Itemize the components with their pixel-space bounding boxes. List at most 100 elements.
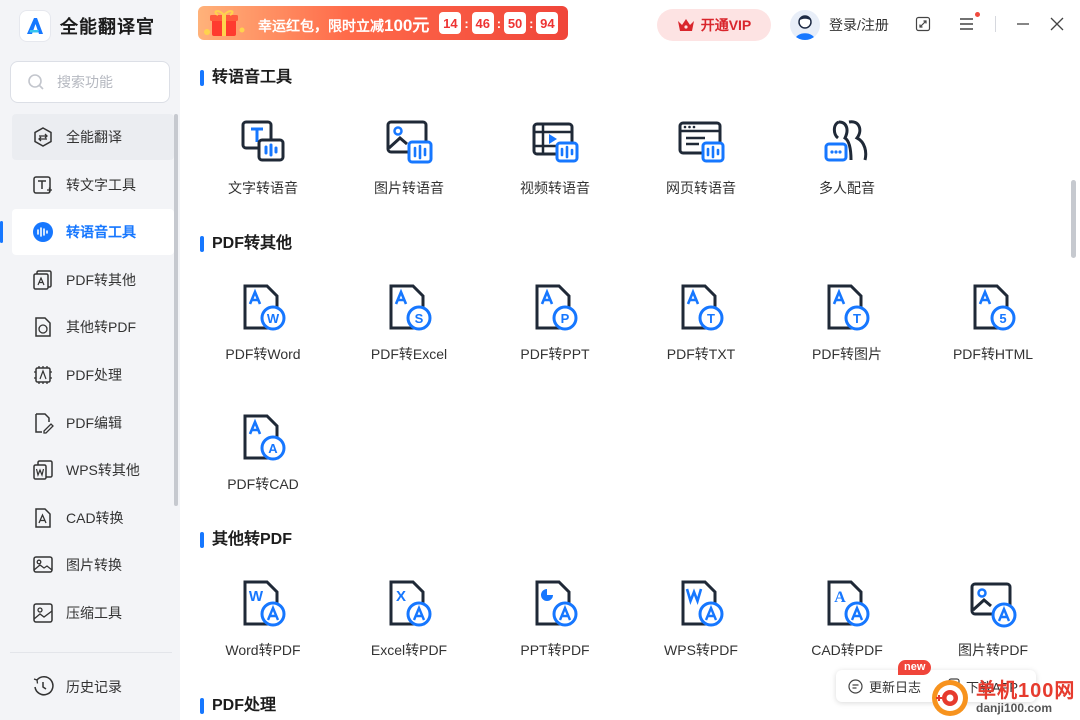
sidebar-item-pdf-process[interactable]: PDF处理 xyxy=(12,352,174,398)
section-title-speech: 转语音工具 xyxy=(200,68,292,88)
watermark-name: 单机100网 xyxy=(976,680,1076,703)
tool-multi-voice[interactable]: 多人配音 xyxy=(787,116,907,216)
tool-pdf-to-word[interactable]: W PDF转Word xyxy=(203,282,323,382)
tool-pdf-to-cad[interactable]: A PDF转CAD xyxy=(203,412,323,512)
sidebar-item-image[interactable]: 图片转换 xyxy=(12,542,174,588)
close-icon[interactable] xyxy=(1047,14,1067,34)
tool-word-to-pdf[interactable]: W Word转PDF xyxy=(203,578,323,678)
sidebar-nav: 全能翻译 转文字工具 转语音工具 PDF转其他 其他转PDF PDF处理 PDF… xyxy=(0,114,174,638)
sidebar-item-label: 压缩工具 xyxy=(66,604,122,621)
tool-excel-to-pdf[interactable]: X Excel转PDF xyxy=(349,578,469,678)
sidebar-item-compress[interactable]: 压缩工具 xyxy=(12,590,174,636)
pdf-to-excel-icon: S xyxy=(389,284,432,331)
main-scrollbar[interactable] xyxy=(1071,180,1076,258)
login-register[interactable]: 登录/注册 xyxy=(790,9,889,41)
search-box[interactable] xyxy=(10,61,170,103)
to-pdf-icon xyxy=(32,316,54,338)
tool-text-to-speech[interactable]: 文字转语音 xyxy=(203,116,323,216)
changelog-button[interactable]: 更新日志 new xyxy=(836,659,936,696)
pdf-to-cad-icon: A xyxy=(243,414,286,461)
tool-webpage-to-speech[interactable]: 网页转语音 xyxy=(641,116,761,216)
sidebar-scrollbar[interactable] xyxy=(174,114,178,506)
word-to-pdf-icon: W xyxy=(243,580,286,627)
video-to-speech-icon xyxy=(532,122,579,163)
pdf-edit-icon xyxy=(32,412,54,434)
vip-button[interactable]: 开通VIP xyxy=(657,9,771,41)
crown-icon xyxy=(677,19,694,31)
tool-ppt-to-pdf[interactable]: PPT转PDF xyxy=(495,578,615,678)
main-content: 转语音工具 文字转语音 图片转语音 视频转语音 网页转语音 多人配音 PDF转其… xyxy=(180,50,1070,720)
tool-label: WPS转PDF xyxy=(664,642,738,658)
tool-label: PDF转Word xyxy=(225,346,301,362)
tool-label: 网页转语音 xyxy=(666,180,736,196)
notification-dot xyxy=(975,12,980,17)
svg-text:P: P xyxy=(561,311,570,326)
avatar xyxy=(790,10,820,40)
svg-text:W: W xyxy=(249,588,264,605)
tool-cad-to-pdf[interactable]: A CAD转PDF xyxy=(787,578,907,678)
tool-wps-to-pdf[interactable]: WPS转PDF xyxy=(641,578,761,678)
sidebar-item-to-speech[interactable]: 转语音工具 xyxy=(0,209,174,256)
promo-text: 幸运红包，限时立减100元 xyxy=(258,11,429,36)
watermark-text: 单机100网 danji100.com xyxy=(976,681,1075,715)
tool-pdf-to-ppt[interactable]: P PDF转PPT xyxy=(495,282,615,382)
tool-label: PDF转HTML xyxy=(952,346,1034,362)
tool-label: Excel转PDF xyxy=(370,642,448,658)
tool-pdf-to-excel[interactable]: S PDF转Excel xyxy=(349,282,469,382)
svg-text:A: A xyxy=(834,589,846,606)
tool-pdf-to-txt[interactable]: T PDF转TXT xyxy=(641,282,761,382)
pdf-to-image-icon: T xyxy=(827,284,870,331)
tool-label: 文字转语音 xyxy=(228,180,298,196)
sidebar-item-other-to-pdf[interactable]: 其他转PDF xyxy=(12,304,174,350)
tool-label: 视频转语音 xyxy=(520,180,590,196)
tool-pdf-to-image[interactable]: T PDF转图片 xyxy=(787,282,907,382)
section-title-other-to-pdf: 其他转PDF xyxy=(200,530,292,550)
menu-icon[interactable] xyxy=(957,12,980,34)
image-convert-icon xyxy=(32,554,54,576)
sidebar-item-pdf-to-other[interactable]: PDF转其他 xyxy=(12,257,174,303)
sidebar-item-label: 图片转换 xyxy=(66,557,122,574)
tool-label: PPT转PDF xyxy=(520,642,590,658)
minimize-icon[interactable] xyxy=(1013,14,1033,34)
sidebar-item-label: PDF转其他 xyxy=(66,271,136,288)
sidebar-item-label: 转文字工具 xyxy=(66,176,136,193)
countdown-hours: 14 xyxy=(439,12,462,34)
cad-icon xyxy=(32,507,54,529)
sidebar-item-translate[interactable]: 全能翻译 xyxy=(12,114,174,160)
divider xyxy=(995,16,996,32)
watermark-logo-icon xyxy=(930,678,970,718)
promo-banner[interactable]: 幸运红包，限时立减100元 14: 46: 50: 94 xyxy=(198,6,568,40)
sidebar-item-label: PDF处理 xyxy=(66,366,122,383)
tool-label: PDF转Excel xyxy=(370,346,448,362)
countdown: 14: 46: 50: 94 xyxy=(439,12,559,34)
section-title-pdf-to-other: PDF转其他 xyxy=(200,234,292,254)
tool-image-to-pdf[interactable]: 图片转PDF xyxy=(933,578,1053,678)
svg-text:T: T xyxy=(707,311,715,326)
countdown-ms: 94 xyxy=(536,12,559,34)
sidebar-item-wps-to-other[interactable]: WPS转其他 xyxy=(12,447,174,493)
excel-to-pdf-icon: X xyxy=(389,580,432,627)
tool-image-to-speech[interactable]: 图片转语音 xyxy=(349,116,469,216)
tool-label: 图片转PDF xyxy=(958,642,1028,658)
tool-video-to-speech[interactable]: 视频转语音 xyxy=(495,116,615,216)
sidebar-item-cad[interactable]: CAD转换 xyxy=(12,495,174,541)
multi-voice-icon xyxy=(824,120,868,162)
app-name: 全能翻译官 xyxy=(60,17,155,37)
sidebar-item-pdf-edit[interactable]: PDF编辑 xyxy=(12,400,174,446)
webpage-to-speech-icon xyxy=(678,121,725,163)
wps-to-pdf-icon xyxy=(681,580,724,627)
search-icon xyxy=(28,74,44,90)
sidebar-item-to-text[interactable]: 转文字工具 xyxy=(12,162,174,208)
tool-label: Word转PDF xyxy=(225,642,301,658)
tool-label: PDF转CAD xyxy=(227,476,299,492)
search-input[interactable] xyxy=(57,74,157,90)
sidebar-item-label: PDF编辑 xyxy=(66,414,122,431)
cad-to-pdf-icon: A xyxy=(827,580,870,627)
history-button[interactable]: 历史记录 xyxy=(12,664,174,710)
image-to-pdf-icon xyxy=(970,582,1017,628)
tool-pdf-to-html[interactable]: 5 PDF转HTML xyxy=(933,282,1053,382)
divider xyxy=(10,652,172,653)
app-logo-icon xyxy=(20,11,50,41)
sidebar-item-label: WPS转其他 xyxy=(66,462,140,479)
shrink-window-icon[interactable] xyxy=(913,14,933,34)
